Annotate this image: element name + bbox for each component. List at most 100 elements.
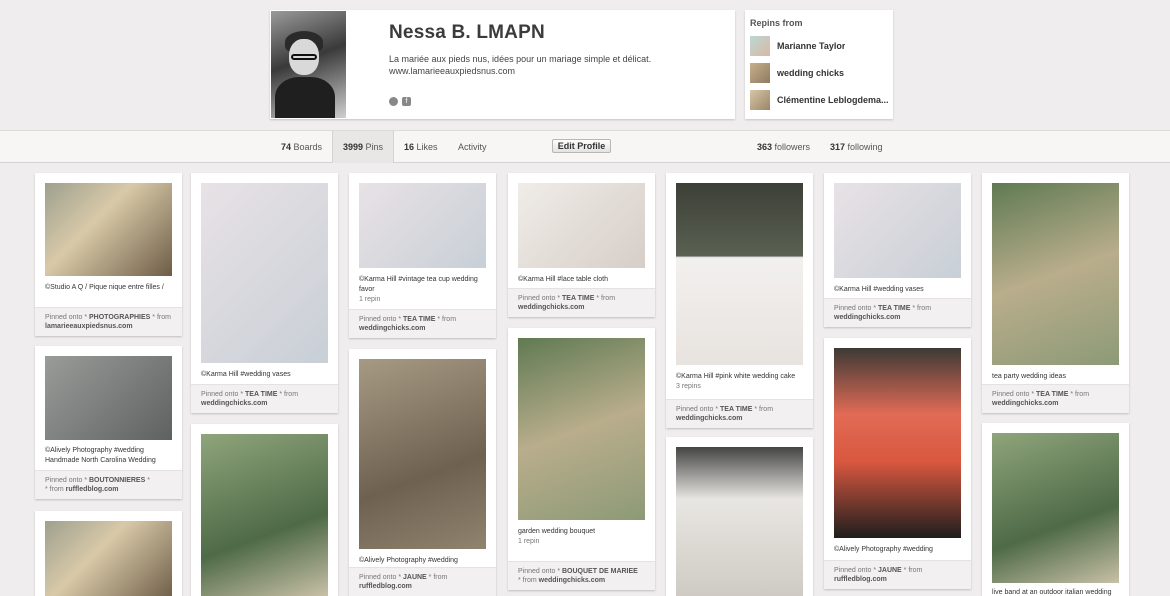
- pin-source-link[interactable]: weddingchicks.com: [676, 415, 743, 422]
- pin-description: live band at an outdoor italian wedding: [992, 589, 1112, 596]
- pin-source-link[interactable]: weddingchicks.com: [992, 400, 1059, 407]
- following-link[interactable]: 317 following: [830, 131, 883, 163]
- pin-board-link[interactable]: TEA TIME: [245, 391, 277, 398]
- repin-user-row[interactable]: Clémentine Leblogdema...: [750, 90, 890, 110]
- pin-source-link[interactable]: weddingchicks.com: [201, 400, 268, 407]
- pin-board-link[interactable]: TEA TIME: [403, 316, 435, 323]
- tab-likes[interactable]: 16 Likes: [404, 131, 438, 163]
- followers-link[interactable]: 363 followers: [757, 131, 810, 163]
- profile-card: Nessa B. LMAPN La mariée aux pieds nus, …: [270, 10, 735, 119]
- repin-user-name[interactable]: wedding chicks: [777, 68, 844, 78]
- likes-count: 16: [404, 142, 415, 152]
- pin-image[interactable]: [834, 183, 961, 278]
- pin-image[interactable]: [676, 447, 803, 596]
- pin-source-link[interactable]: weddingchicks.com: [539, 577, 606, 584]
- pin-repin-count[interactable]: 1 repin: [359, 296, 380, 303]
- pin-image[interactable]: [834, 348, 961, 538]
- pin-image[interactable]: [992, 183, 1119, 365]
- pin-card[interactable]: ©Alively Photography #wedding Pinned ont…: [349, 349, 496, 596]
- pin-board-link[interactable]: PHOTOGRAPHIES: [89, 314, 150, 321]
- pin-image[interactable]: [359, 183, 486, 268]
- repin-user-avatar: [750, 90, 770, 110]
- pin-image[interactable]: [45, 183, 172, 276]
- pin-description: ©Alively Photography #wedding Handmade N…: [45, 447, 156, 464]
- pin-source-link[interactable]: weddingchicks.com: [834, 314, 901, 321]
- pin-description: ©Studio A Q / Pique nique entre filles /: [45, 284, 164, 291]
- pin-source-link[interactable]: weddingchicks.com: [518, 304, 585, 311]
- pin-footer: Pinned onto * BOUQUET DE MARIEE * from w…: [508, 561, 655, 590]
- pin-image[interactable]: [992, 433, 1119, 583]
- pin-source-link[interactable]: ruffledblog.com: [359, 583, 412, 590]
- pin-footer: Pinned onto * TEA TIME * from weddingchi…: [349, 309, 496, 338]
- pin-source-link[interactable]: ruffledblog.com: [66, 486, 119, 493]
- repin-user-name[interactable]: Marianne Taylor: [777, 41, 845, 51]
- pin-card[interactable]: tea party wedding ideas Pinned onto * TE…: [982, 173, 1129, 413]
- profile-about: La mariée aux pieds nus, idées pour un m…: [389, 53, 719, 77]
- repin-user-row[interactable]: Marianne Taylor: [750, 36, 890, 56]
- profile-nav-bar: 74 Boards 3999 Pins 16 Likes Activity Ed…: [0, 130, 1170, 163]
- tab-pins[interactable]: 3999 Pins: [332, 131, 394, 163]
- pin-card[interactable]: ©Alively Photography #wedding Handmade N…: [35, 346, 182, 499]
- profile-description: La mariée aux pieds nus, idées pour un m…: [389, 54, 652, 64]
- avatar[interactable]: [271, 11, 346, 118]
- pin-description: ©Karma Hill #wedding vases: [201, 371, 291, 378]
- likes-label: Likes: [416, 142, 438, 152]
- pin-board-link[interactable]: JAUNE: [403, 574, 427, 581]
- pin-image[interactable]: [201, 434, 328, 596]
- pin-source-link[interactable]: weddingchicks.com: [359, 325, 426, 332]
- pin-card[interactable]: [191, 424, 338, 596]
- pin-board-link[interactable]: JAUNE: [878, 567, 902, 574]
- repin-user-name[interactable]: Clémentine Leblogdema...: [777, 95, 889, 105]
- pin-board-link[interactable]: TEA TIME: [878, 305, 910, 312]
- pin-image[interactable]: [518, 183, 645, 268]
- pin-source-link[interactable]: ruffledblog.com: [834, 576, 887, 583]
- pin-board-link[interactable]: BOUTONNIERES: [89, 477, 145, 484]
- social-icons: f: [389, 97, 411, 106]
- profile-website-link[interactable]: www.lamarieeauxpiedsnus.com: [389, 65, 719, 77]
- edit-profile-button[interactable]: Edit Profile: [552, 139, 611, 153]
- pin-description: tea party wedding ideas: [992, 373, 1066, 380]
- pin-repin-count[interactable]: 3 repins: [676, 383, 701, 390]
- pin-image[interactable]: [359, 359, 486, 549]
- pin-card[interactable]: [666, 437, 813, 596]
- pin-image[interactable]: [676, 183, 803, 365]
- pin-repin-count[interactable]: 1 repin: [518, 538, 539, 545]
- pin-footer: Pinned onto * BOUTONNIERES * * from ruff…: [35, 470, 182, 499]
- pin-image[interactable]: [45, 356, 172, 440]
- pin-card[interactable]: ©Karma Hill #lace table cloth Pinned ont…: [508, 173, 655, 317]
- pin-board-link[interactable]: TEA TIME: [1036, 391, 1068, 398]
- pin-card[interactable]: ©Alively Photography #wedding Pinned ont…: [824, 338, 971, 589]
- tab-boards[interactable]: 74 Boards: [281, 131, 322, 163]
- pin-board-link[interactable]: TEA TIME: [562, 295, 594, 302]
- boards-label: Boards: [293, 142, 323, 152]
- pin-description: ©Karma Hill #wedding vases: [834, 286, 924, 293]
- pin-card[interactable]: ©Studio A Q / Pique nique entre filles /…: [35, 173, 182, 336]
- pin-footer: Pinned onto * JAUNE * from ruffledblog.c…: [824, 560, 971, 589]
- tab-activity[interactable]: Activity: [458, 131, 487, 163]
- pin-image[interactable]: [201, 183, 328, 363]
- pin-card[interactable]: ©Karma Hill #vintage tea cup wedding fav…: [349, 173, 496, 338]
- followers-label: followers: [774, 142, 811, 152]
- pin-card[interactable]: ©Karma Hill #wedding vases Pinned onto *…: [191, 173, 338, 413]
- pin-card[interactable]: garden wedding bouquet 1 repin Pinned on…: [508, 328, 655, 590]
- repins-from-card: Repins from Marianne Taylor wedding chic…: [745, 10, 893, 119]
- pin-footer: Pinned onto * PHOTOGRAPHIES * from lamar…: [35, 307, 182, 336]
- pin-board-link[interactable]: TEA TIME: [720, 406, 752, 413]
- pin-card[interactable]: ©Karma Hill #wedding vases Pinned onto *…: [824, 173, 971, 327]
- following-count: 317: [830, 142, 846, 152]
- pin-description: ©Karma Hill #vintage tea cup wedding fav…: [359, 276, 478, 293]
- pin-image[interactable]: [45, 521, 172, 596]
- pin-card[interactable]: [35, 511, 182, 596]
- repin-user-row[interactable]: wedding chicks: [750, 63, 890, 83]
- pin-footer: Pinned onto * TEA TIME * from weddingchi…: [666, 399, 813, 428]
- facebook-icon[interactable]: f: [402, 97, 411, 106]
- pin-image[interactable]: [518, 338, 645, 520]
- pin-card[interactable]: ©Karma Hill #pink white wedding cake 3 r…: [666, 173, 813, 428]
- pin-footer: Pinned onto * TEA TIME * from weddingchi…: [191, 384, 338, 413]
- globe-icon[interactable]: [389, 97, 398, 106]
- repins-from-title: Repins from: [750, 18, 803, 28]
- pin-card[interactable]: live band at an outdoor italian wedding: [982, 423, 1129, 596]
- pin-description: ©Karma Hill #pink white wedding cake: [676, 373, 796, 380]
- pin-source-link[interactable]: lamarieeauxpiedsnus.com: [45, 323, 133, 330]
- pin-board-link[interactable]: BOUQUET DE MARIEE: [562, 568, 638, 575]
